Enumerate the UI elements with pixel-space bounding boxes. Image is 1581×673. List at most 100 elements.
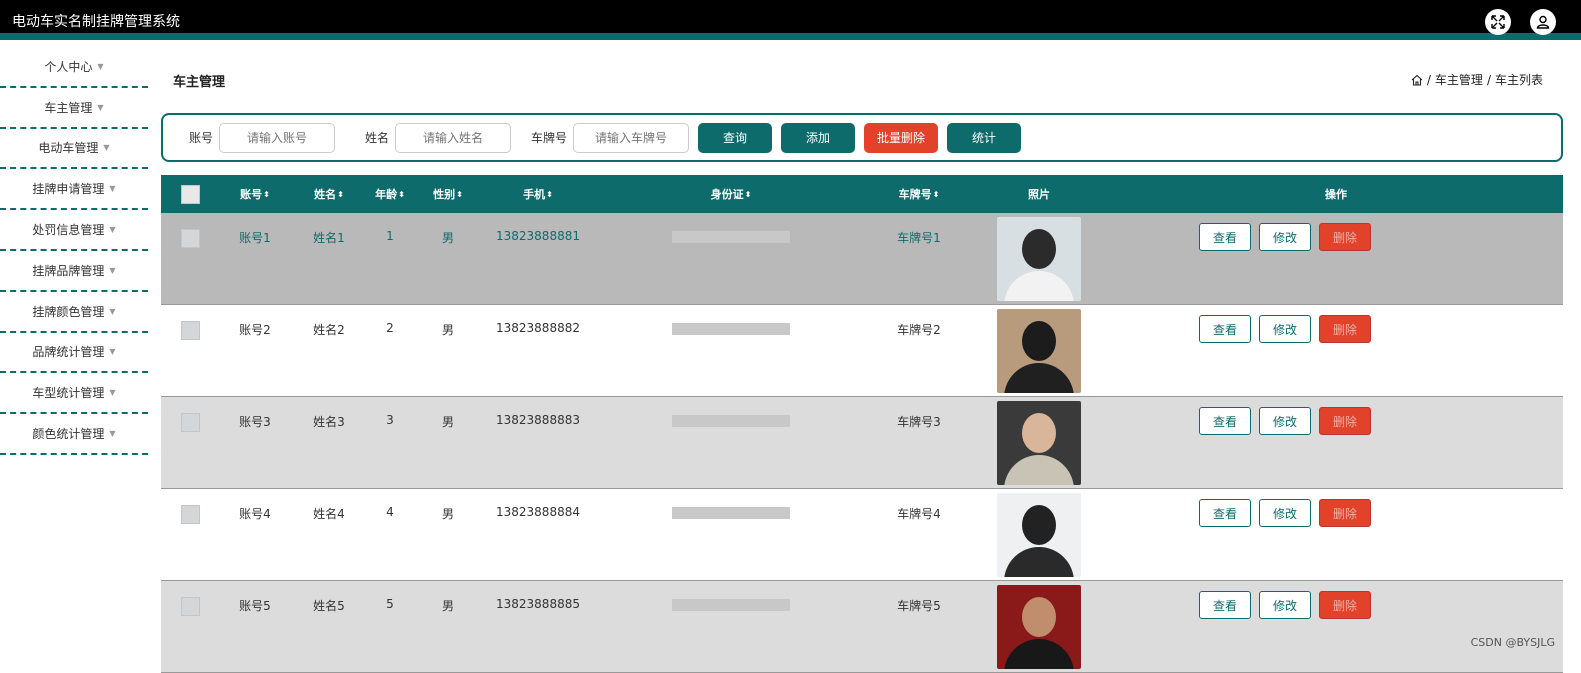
sidebar-item[interactable]: 颜色统计管理▼ bbox=[0, 414, 148, 455]
table-row[interactable]: 账号4姓名44男13823888884车牌号4查看修改删除 bbox=[161, 489, 1563, 581]
delete-button[interactable]: 删除 bbox=[1319, 591, 1371, 619]
sidebar-item[interactable]: 品牌统计管理▼ bbox=[0, 333, 148, 374]
owner-photo[interactable] bbox=[997, 585, 1081, 669]
view-button[interactable]: 查看 bbox=[1199, 315, 1251, 343]
account-label: 账号 bbox=[189, 129, 213, 146]
cell-photo bbox=[969, 397, 1109, 485]
row-checkbox[interactable] bbox=[181, 321, 200, 340]
edit-button[interactable]: 修改 bbox=[1259, 223, 1311, 251]
account-input[interactable] bbox=[219, 123, 335, 153]
blurred-id bbox=[672, 323, 790, 335]
plate-input[interactable] bbox=[573, 123, 689, 153]
delete-button[interactable]: 删除 bbox=[1319, 407, 1371, 435]
cell-plate: 车牌号5 bbox=[869, 581, 969, 614]
sidebar-item[interactable]: 挂牌申请管理▼ bbox=[0, 169, 148, 210]
add-button[interactable]: 添加 bbox=[781, 123, 855, 153]
sidebar-item[interactable]: 车主管理▼ bbox=[0, 88, 148, 129]
edit-button[interactable]: 修改 bbox=[1259, 591, 1311, 619]
delete-button[interactable]: 删除 bbox=[1319, 315, 1371, 343]
home-icon[interactable] bbox=[1411, 74, 1423, 86]
row-checkbox[interactable] bbox=[181, 597, 200, 616]
header-id[interactable]: 身份证⬍ bbox=[593, 186, 869, 202]
caret-down-icon: ▼ bbox=[97, 103, 103, 112]
sidebar-item[interactable]: 处罚信息管理 ▼ bbox=[0, 210, 148, 251]
cell-name: 姓名1 bbox=[291, 213, 367, 246]
cell-photo bbox=[969, 213, 1109, 301]
sidebar-item-label: 处罚信息管理 bbox=[32, 221, 104, 238]
owner-photo[interactable] bbox=[997, 401, 1081, 485]
cell-photo bbox=[969, 489, 1109, 577]
cell-name: 姓名3 bbox=[291, 397, 367, 430]
caret-down-icon: ▼ bbox=[109, 307, 115, 316]
sidebar-item[interactable]: 挂牌品牌管理 ▼ bbox=[0, 251, 148, 292]
row-checkbox[interactable] bbox=[181, 413, 200, 432]
view-button[interactable]: 查看 bbox=[1199, 407, 1251, 435]
view-button[interactable]: 查看 bbox=[1199, 499, 1251, 527]
delete-button[interactable]: 删除 bbox=[1319, 223, 1371, 251]
caret-down-icon: ▼ bbox=[109, 225, 115, 234]
header-plate[interactable]: 车牌号⬍ bbox=[869, 186, 969, 202]
watermark: CSDN @BYSJLG bbox=[1471, 636, 1555, 649]
table-row[interactable]: 账号3姓名33男13823888883车牌号3查看修改删除 bbox=[161, 397, 1563, 489]
owner-photo[interactable] bbox=[997, 309, 1081, 393]
user-icon bbox=[1536, 15, 1550, 29]
name-input[interactable] bbox=[395, 123, 511, 153]
stats-button[interactable]: 统计 bbox=[947, 123, 1021, 153]
fullscreen-button[interactable] bbox=[1485, 9, 1511, 35]
sidebar-item[interactable]: 挂牌颜色管理▼ bbox=[0, 292, 148, 333]
view-button[interactable]: 查看 bbox=[1199, 591, 1251, 619]
table-row[interactable]: 账号2姓名22男13823888882车牌号2查看修改删除 bbox=[161, 305, 1563, 397]
table-row[interactable]: 账号5姓名55男13823888885车牌号5查看修改删除 bbox=[161, 581, 1563, 673]
sort-icon: ⬍ bbox=[456, 190, 463, 199]
header-account[interactable]: 账号⬍ bbox=[219, 186, 291, 202]
header-sex[interactable]: 性别⬍ bbox=[413, 186, 483, 202]
cell-photo bbox=[969, 581, 1109, 669]
row-checkbox[interactable] bbox=[181, 505, 200, 524]
cell-age: 2 bbox=[367, 305, 413, 335]
query-button[interactable]: 查询 bbox=[698, 123, 772, 153]
cell-sex: 男 bbox=[413, 397, 483, 430]
cell-id-card bbox=[593, 489, 869, 519]
caret-down-icon: ▼ bbox=[109, 266, 115, 275]
owner-photo[interactable] bbox=[997, 493, 1081, 577]
select-all-checkbox[interactable] bbox=[181, 185, 200, 204]
owner-photo[interactable] bbox=[997, 217, 1081, 301]
cell-ops: 查看修改删除 bbox=[1109, 305, 1563, 343]
sidebar-item[interactable]: 个人中心 ▼ bbox=[0, 47, 148, 88]
sidebar-item-label: 车型统计管理 bbox=[32, 384, 104, 401]
table-row[interactable]: 账号1姓名11男13823888881车牌号1查看修改删除 bbox=[161, 213, 1563, 305]
cell-plate: 车牌号2 bbox=[869, 305, 969, 338]
edit-button[interactable]: 修改 bbox=[1259, 407, 1311, 435]
header-age[interactable]: 年龄⬍ bbox=[367, 186, 413, 202]
name-label: 姓名 bbox=[365, 129, 389, 146]
search-panel: 账号 姓名 车牌号 查询 添加 批量删除 统计 bbox=[161, 113, 1563, 162]
sort-icon: ⬍ bbox=[546, 190, 553, 199]
cell-name: 姓名4 bbox=[291, 489, 367, 522]
owner-table: 账号⬍ 姓名⬍ 年龄⬍ 性别⬍ 手机⬍ 身份证⬍ 车牌号⬍ 照片 操作 账号1姓… bbox=[161, 175, 1563, 673]
cell-account: 账号3 bbox=[219, 397, 291, 430]
view-button[interactable]: 查看 bbox=[1199, 223, 1251, 251]
delete-button[interactable]: 删除 bbox=[1319, 499, 1371, 527]
cell-age: 1 bbox=[367, 213, 413, 243]
sidebar-item-label: 挂牌品牌管理 bbox=[32, 262, 104, 279]
user-menu-button[interactable] bbox=[1530, 9, 1556, 35]
batch-delete-button[interactable]: 批量删除 bbox=[864, 123, 938, 153]
breadcrumb-level1[interactable]: 车主管理 bbox=[1435, 71, 1483, 88]
sidebar-item-label: 个人中心 bbox=[44, 58, 92, 75]
caret-down-icon: ▼ bbox=[109, 388, 115, 397]
row-checkbox[interactable] bbox=[181, 229, 200, 248]
header-phone[interactable]: 手机⬍ bbox=[483, 186, 593, 202]
cell-account: 账号2 bbox=[219, 305, 291, 338]
cell-sex: 男 bbox=[413, 305, 483, 338]
caret-down-icon: ▼ bbox=[97, 62, 103, 71]
edit-button[interactable]: 修改 bbox=[1259, 499, 1311, 527]
cell-age: 5 bbox=[367, 581, 413, 611]
sidebar-item[interactable]: 车型统计管理 ▼ bbox=[0, 373, 148, 414]
sidebar-item[interactable]: 电动车管理▼ bbox=[0, 129, 148, 170]
edit-button[interactable]: 修改 bbox=[1259, 315, 1311, 343]
blurred-id bbox=[672, 507, 790, 519]
table-body: 账号1姓名11男13823888881车牌号1查看修改删除账号2姓名22男138… bbox=[161, 213, 1563, 673]
header-name[interactable]: 姓名⬍ bbox=[291, 186, 367, 202]
sidebar-item-label: 挂牌申请管理 bbox=[32, 180, 104, 197]
sidebar-item-label: 颜色统计管理 bbox=[32, 425, 104, 442]
